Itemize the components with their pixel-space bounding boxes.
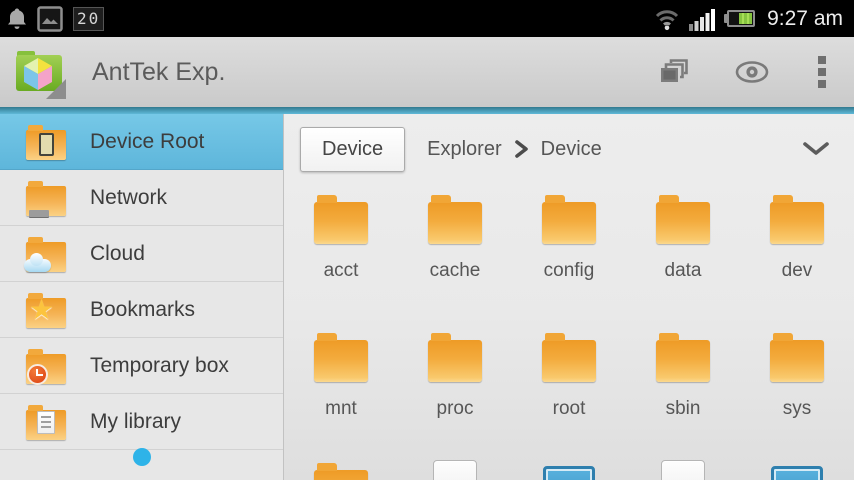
grid-item-label: acct xyxy=(323,260,359,281)
grid-item-data[interactable]: data xyxy=(626,195,740,282)
grid-item-label: dev xyxy=(781,260,813,281)
grid-item-cache[interactable]: cache xyxy=(398,195,512,282)
chevron-right-icon xyxy=(514,139,529,159)
status-bar-system-icons: 9:27 am xyxy=(653,7,847,31)
grid-item-mnt[interactable]: mnt xyxy=(284,333,398,420)
folder-icon xyxy=(656,333,710,382)
app-bar: AntTek Exp. xyxy=(0,37,854,107)
file-icon xyxy=(661,460,705,480)
grid-item[interactable] xyxy=(626,460,740,480)
bookmarks-folder-icon xyxy=(26,292,66,328)
page-indicator-dot xyxy=(133,448,151,466)
sidebar-item-label: Cloud xyxy=(90,241,145,265)
app-title: AntTek Exp. xyxy=(92,57,226,86)
grid-row: acct cache config data dev xyxy=(284,195,854,282)
file-grid: acct cache config data dev mnt proc root… xyxy=(284,184,854,480)
sidebar: Device Root Network Cloud ★ Bookmarks Te… xyxy=(0,114,284,480)
temporary-box-folder-icon xyxy=(26,348,66,385)
grid-item-label: cache xyxy=(429,260,481,281)
battery-body xyxy=(727,10,756,27)
blue-file-icon xyxy=(543,466,595,480)
folder-icon xyxy=(314,463,368,480)
cloud-glyph xyxy=(24,252,51,272)
grid-row xyxy=(284,460,854,480)
grid-item-dev[interactable]: dev xyxy=(740,195,854,282)
status-bar-notification-icons: 20 xyxy=(7,5,105,32)
folder-icon xyxy=(770,195,824,244)
cloud-folder-icon xyxy=(24,236,66,272)
sidebar-item-device-root[interactable]: Device Root xyxy=(0,114,283,170)
grid-item-sys[interactable]: sys xyxy=(740,333,854,420)
my-library-folder-icon xyxy=(26,404,66,440)
folder-icon xyxy=(314,333,368,382)
star-glyph xyxy=(29,292,54,328)
sidebar-item-label: Network xyxy=(90,185,168,209)
grid-item-label: proc xyxy=(436,398,474,419)
sidebar-item-bookmarks[interactable]: Bookmarks xyxy=(0,282,283,338)
sidebar-item-my-library[interactable]: My library xyxy=(0,394,283,450)
device-root-button[interactable]: Device xyxy=(300,126,406,172)
grid-item-label: root xyxy=(552,398,586,419)
sidebar-item-label: Bookmarks xyxy=(90,297,196,321)
battery-icon xyxy=(724,10,756,27)
gallery-icon xyxy=(37,5,63,32)
grid-item-label: sys xyxy=(782,398,812,419)
grid-item-label: data xyxy=(664,260,702,281)
grid-item-label: sbin xyxy=(665,398,701,419)
app-bar-actions xyxy=(660,54,828,90)
grid-item-acct[interactable]: acct xyxy=(284,195,398,282)
network-folder-icon xyxy=(26,180,66,217)
sidebar-item-cloud[interactable]: Cloud xyxy=(0,226,283,282)
screen: 20 9:27 am AntTek Exp. Device Root Netwo… xyxy=(0,0,854,480)
notification-count-badge: 20 xyxy=(73,6,105,31)
network-glyph xyxy=(29,209,49,217)
sidebar-item-label: My library xyxy=(90,409,182,433)
grid-item-config[interactable]: config xyxy=(512,195,626,282)
clock-glyph xyxy=(27,363,48,385)
grid-item[interactable] xyxy=(284,463,398,480)
grid-item-label: config xyxy=(543,260,595,281)
sidebar-item-network[interactable]: Network xyxy=(0,170,283,226)
grid-item-root[interactable]: root xyxy=(512,333,626,420)
grid-row: mnt proc root sbin sys xyxy=(284,333,854,420)
breadcrumb-bar: Device Explorer Device xyxy=(284,114,854,184)
app-logo-icon[interactable] xyxy=(12,45,66,99)
sidebar-item-label: Temporary box xyxy=(90,353,229,377)
battery-level-fill xyxy=(738,13,753,24)
folder-icon xyxy=(542,333,596,382)
breadcrumb-segment-explorer[interactable]: Explorer xyxy=(427,138,501,161)
windows-icon[interactable] xyxy=(660,59,688,85)
grid-item-proc[interactable]: proc xyxy=(398,333,512,420)
wifi-icon xyxy=(656,9,679,30)
eye-icon[interactable] xyxy=(734,59,770,85)
folder-icon xyxy=(542,195,596,244)
breadcrumb-segment-device[interactable]: Device xyxy=(541,138,602,161)
body: Device Root Network Cloud ★ Bookmarks Te… xyxy=(0,114,854,480)
file-icon xyxy=(433,460,477,480)
sidebar-item-label: Device Root xyxy=(90,129,205,153)
folder-icon xyxy=(656,195,710,244)
status-bar: 20 9:27 am xyxy=(0,0,854,37)
document-glyph xyxy=(37,410,55,434)
device-root-folder-icon xyxy=(26,124,66,160)
folder-icon xyxy=(314,195,368,244)
grid-item[interactable] xyxy=(398,460,512,480)
clock-time: 9:27 am xyxy=(767,6,843,30)
folder-icon xyxy=(428,333,482,382)
content-panel: Device Explorer Device acct cache config… xyxy=(284,114,854,480)
grid-item-sbin[interactable]: sbin xyxy=(626,333,740,420)
phone-glyph xyxy=(39,132,54,156)
folder-icon xyxy=(428,195,482,244)
sidebar-item-temporary-box[interactable]: Temporary box xyxy=(0,338,283,394)
grid-item-label: mnt xyxy=(325,398,357,419)
folder-icon xyxy=(770,333,824,382)
grid-item[interactable] xyxy=(740,466,854,480)
grid-item[interactable] xyxy=(512,466,626,480)
accent-divider xyxy=(0,107,854,114)
blue-file-icon xyxy=(771,466,823,480)
chevron-down-icon[interactable] xyxy=(802,141,830,157)
signal-strength-icon xyxy=(689,8,716,31)
overflow-menu-icon[interactable] xyxy=(816,54,828,90)
bell-icon xyxy=(8,8,26,29)
